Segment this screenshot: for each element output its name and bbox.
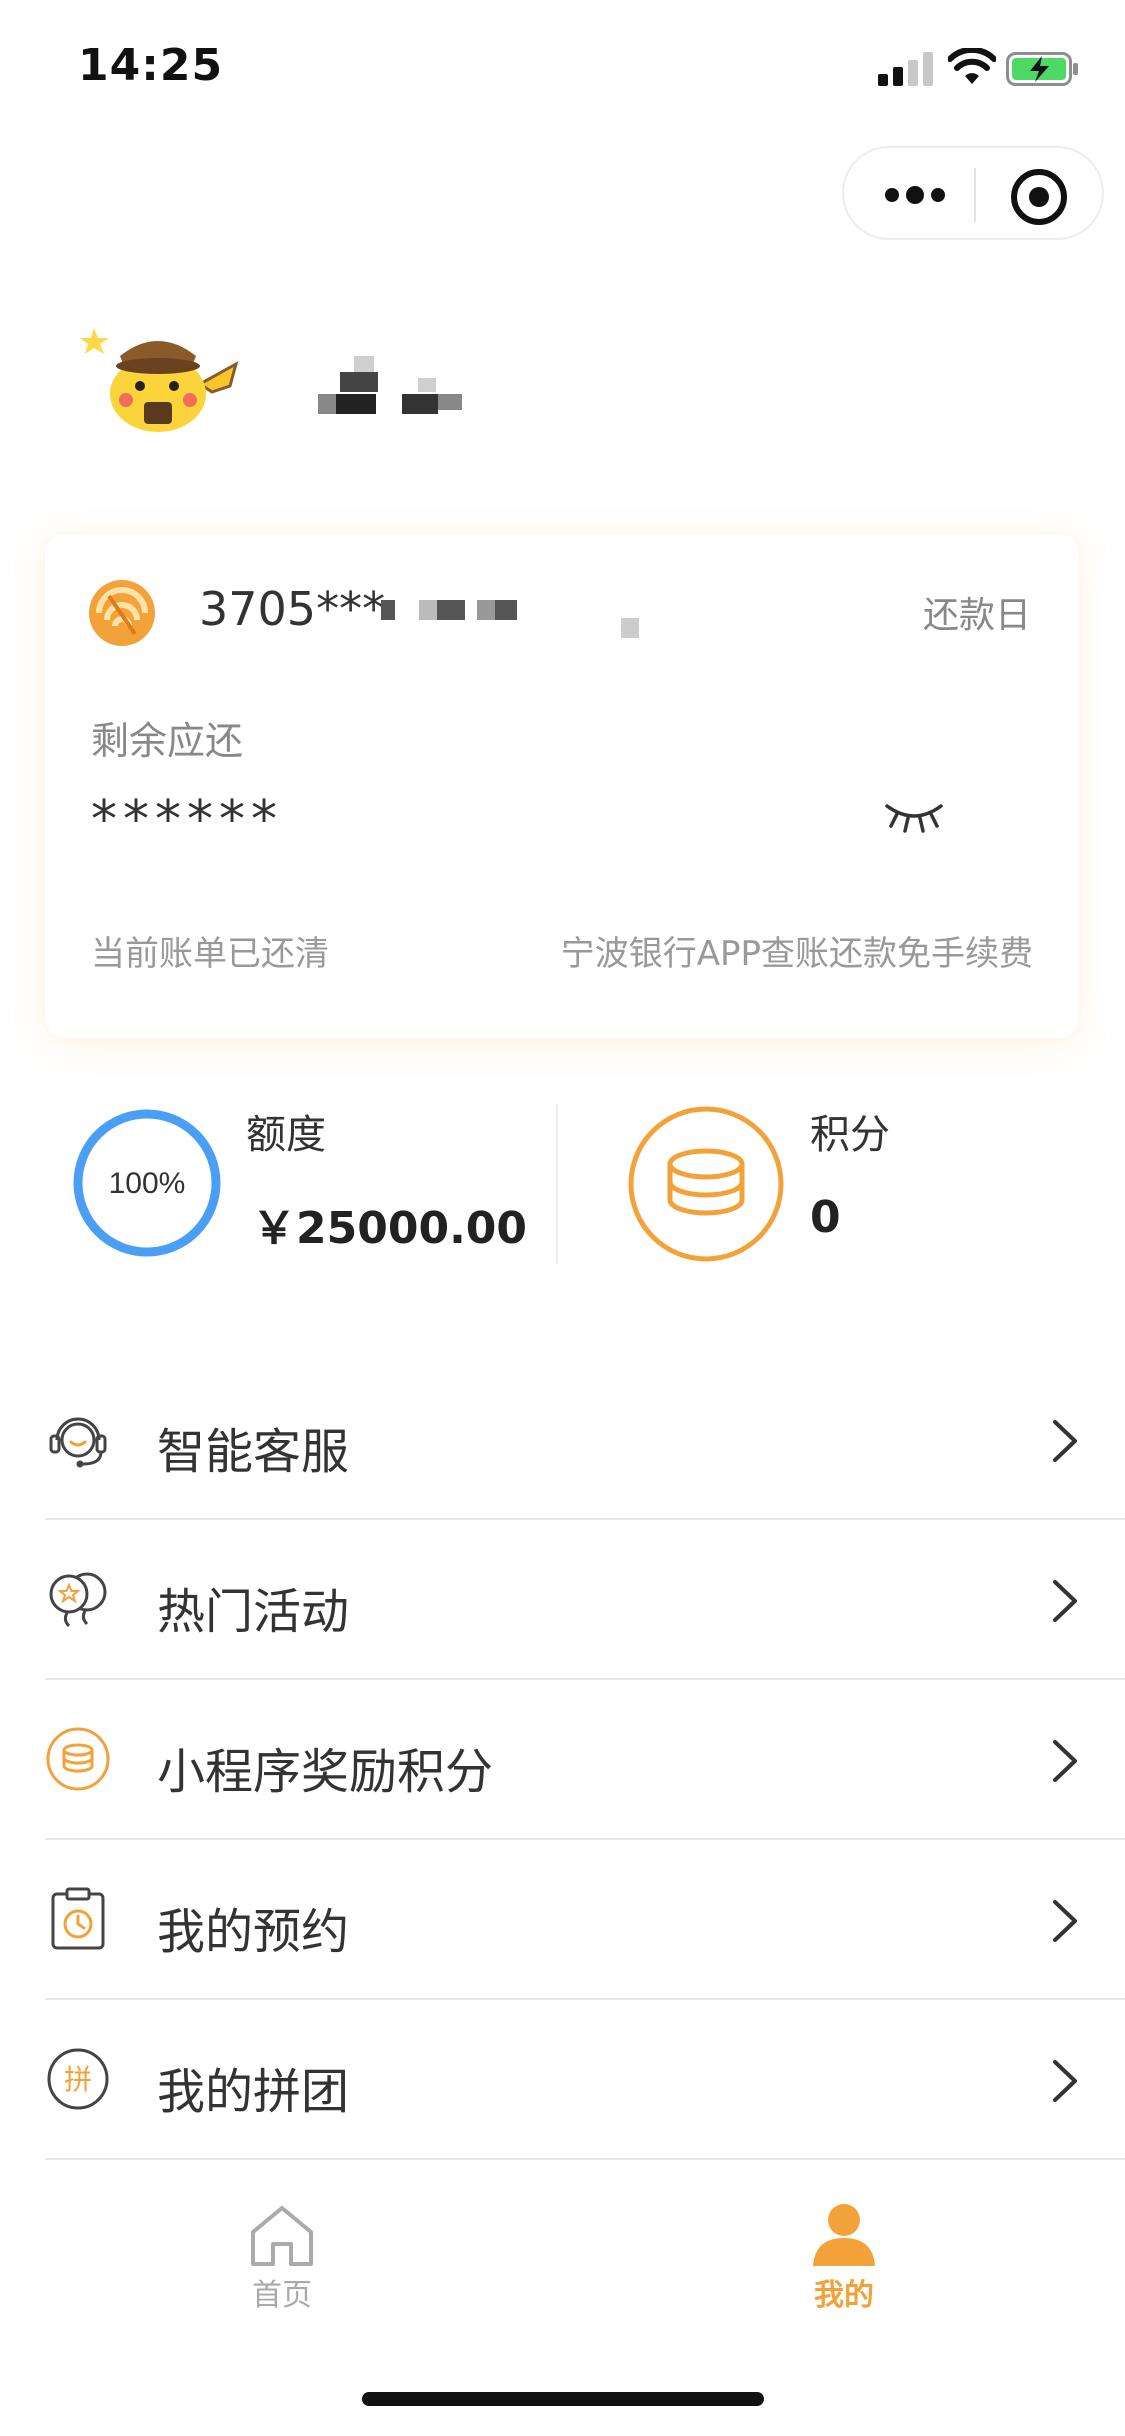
- eye-closed-icon[interactable]: [883, 796, 945, 836]
- tab-bar: 首页 我的: [0, 2190, 1125, 2330]
- credit-card-summary[interactable]: 3705*** 还款日 剩余应还 ****** 当前账单已还清 宁波银行APP查…: [45, 534, 1079, 1038]
- cellular-signal-icon: [878, 52, 934, 86]
- bank-logo-icon: [89, 580, 155, 646]
- points-label: 积分: [810, 1112, 890, 1158]
- avatar[interactable]: [80, 316, 240, 436]
- customer-service-icon: [49, 1417, 107, 1468]
- points-coin-icon[interactable]: [626, 1104, 786, 1264]
- remaining-amount-hidden: ******: [91, 790, 283, 850]
- card-number: 3705***: [199, 582, 386, 636]
- due-day-label: 还款日: [922, 595, 1031, 636]
- group-buy-icon: 拼: [47, 2048, 109, 2110]
- wifi-icon: [948, 48, 996, 84]
- card-number-mask: [621, 618, 639, 638]
- home-icon: [251, 2206, 313, 2266]
- menu-item-customer-service[interactable]: 智能客服: [45, 1360, 1125, 1520]
- app-repayment-promo[interactable]: 宁波银行APP查账还款免手续费: [561, 926, 1033, 975]
- group-buy-glyph: 拼: [64, 2063, 92, 2096]
- stats-divider: [556, 1104, 558, 1264]
- menu-label: 热门活动: [157, 1584, 350, 1640]
- menu-item-my-appointments[interactable]: 我的预约: [45, 1840, 1125, 2000]
- bill-status: 当前账单已还清: [91, 934, 329, 974]
- coin-stack-icon: [46, 1727, 110, 1791]
- tab-mine[interactable]: 我的: [744, 2190, 944, 2330]
- card-number-mask: [419, 600, 437, 620]
- quota-progress-ring[interactable]: 100%: [70, 1106, 224, 1260]
- mini-program-capsule: [842, 146, 1104, 240]
- menu-label: 智能客服: [157, 1424, 350, 1480]
- tab-label: 首页: [252, 2278, 312, 2313]
- card-number-mask: [495, 600, 517, 620]
- card-number-mask: [477, 600, 495, 620]
- tab-home[interactable]: 首页: [182, 2190, 382, 2330]
- chevron-right-icon: [1053, 1580, 1077, 1622]
- menu-label: 我的预约: [157, 1904, 350, 1960]
- balloon-icon: [49, 1572, 107, 1628]
- user-icon: [813, 2204, 875, 2266]
- menu-item-mini-program-points[interactable]: 小程序奖励积分: [45, 1680, 1125, 1840]
- battery-charging-icon: [1006, 52, 1078, 86]
- chevron-right-icon: [1053, 1420, 1077, 1462]
- home-indicator: [362, 2392, 764, 2406]
- close-mini-program-icon[interactable]: [1010, 168, 1068, 226]
- more-options-icon[interactable]: [882, 172, 948, 218]
- menu-label: 我的拼团: [157, 2064, 350, 2120]
- capsule-divider: [974, 168, 976, 222]
- menu-label: 小程序奖励积分: [157, 1744, 494, 1800]
- chevron-right-icon: [1053, 1740, 1077, 1782]
- quota-label: 额度: [246, 1112, 326, 1158]
- username-obscured: [318, 356, 462, 414]
- tab-label: 我的: [814, 2278, 874, 2313]
- points-value: 0: [810, 1192, 841, 1243]
- card-number-mask: [381, 600, 395, 620]
- quota-value: ￥25000.00: [252, 1203, 528, 1254]
- chevron-right-icon: [1053, 1900, 1077, 1942]
- chevron-right-icon: [1053, 2060, 1077, 2102]
- card-number-mask: [437, 600, 465, 620]
- clipboard-clock-icon: [51, 1887, 105, 1950]
- stats-row: 100% 额度 ￥25000.00 积分 0: [0, 1096, 1125, 1276]
- quota-percent: 100%: [109, 1167, 186, 1200]
- menu-item-group-buy[interactable]: 拼 我的拼团: [45, 2000, 1125, 2160]
- status-time: 14:25: [78, 40, 224, 91]
- menu-item-hot-activities[interactable]: 热门活动: [45, 1520, 1125, 1680]
- remaining-due-label: 剩余应还: [91, 719, 244, 763]
- status-bar: 14:25: [0, 0, 1125, 132]
